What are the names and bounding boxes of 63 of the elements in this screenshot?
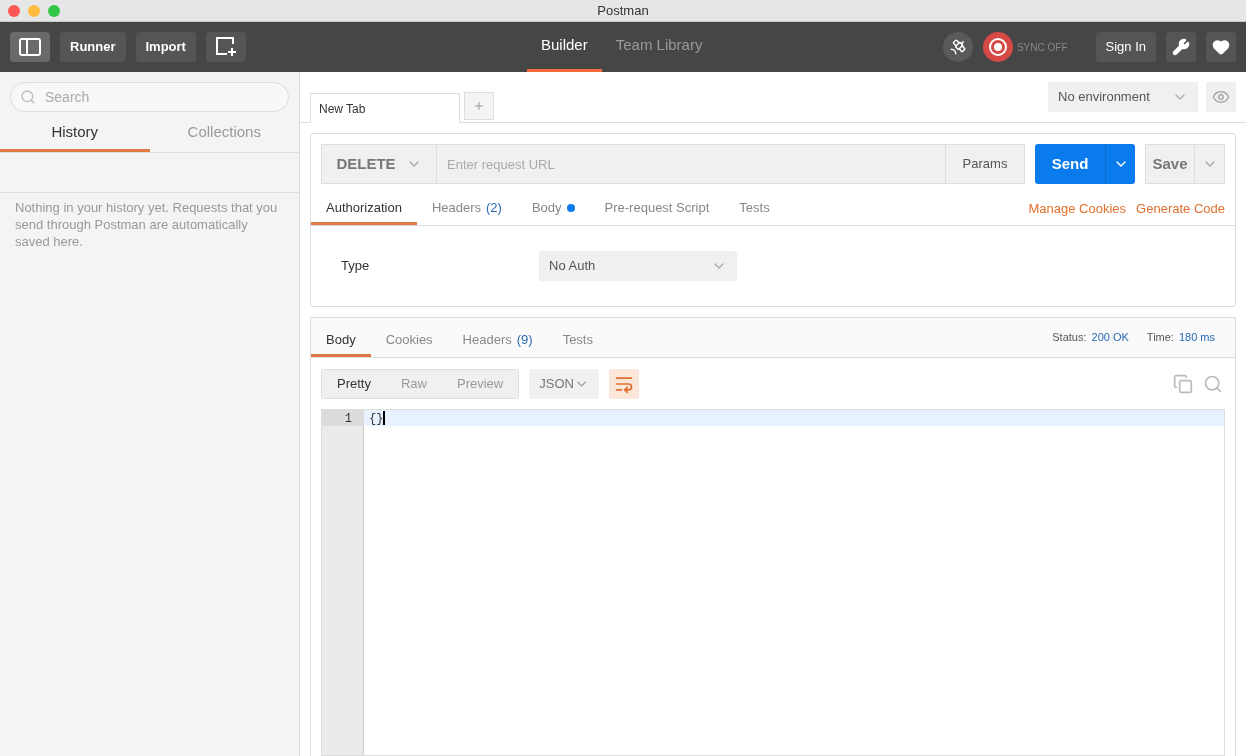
settings-button[interactable] [1166,32,1196,62]
action-link[interactable]: Manage Cookies [1028,199,1127,219]
satellite-icon [948,38,967,56]
response-tab[interactable]: Cookies [370,325,448,357]
request-section-tab[interactable]: Pre-request Script [589,193,725,225]
line-number: 1 [322,410,364,426]
eye-icon [1212,88,1230,106]
sidebar-tab[interactable]: History [0,116,150,152]
sidebar-toggle-button[interactable] [10,32,50,62]
sidebar-icon [19,38,41,56]
send-options-button[interactable] [1105,144,1135,184]
new-window-icon [214,37,237,57]
save-button[interactable]: Save [1145,144,1195,184]
toolbar-tab[interactable]: Team Library [601,22,717,72]
minimize-window-button[interactable] [28,4,40,17]
plus-icon [473,100,485,112]
status-label: Status: [1052,329,1087,345]
action-link[interactable]: Generate Code [1136,199,1225,219]
format-dropdown[interactable]: JSON [529,368,600,399]
time-label: Time: [1146,329,1174,345]
url-field[interactable]: Enter request URL [437,144,945,184]
copy-icon[interactable] [1173,373,1193,394]
request-section-tab[interactable]: Headers (2) [416,193,517,225]
search-field[interactable]: Search [10,82,289,112]
sign-in-button[interactable]: Sign In [1095,32,1156,62]
toolbar-tab[interactable]: Builder [527,22,602,72]
search-icon [20,89,36,105]
empty-history-message: Nothing in your history yet. Requests that you send through Postman are automatically saved here. [14,199,279,250]
send-button[interactable]: Send [1035,144,1105,184]
view-mode-tab[interactable]: Pretty [322,369,386,398]
code-text: {} [368,411,384,426]
sync-icon[interactable] [982,32,1013,62]
toolbar-button[interactable]: Import [135,32,196,62]
request-tab[interactable]: New Tab [310,93,460,123]
save-options-button[interactable] [1195,144,1225,184]
request-section-tab[interactable]: Body [516,193,590,225]
status-value: 200 OK [1091,329,1129,345]
request-section-tab[interactable]: Tests [724,193,785,225]
search-icon[interactable] [1203,373,1223,394]
response-tab[interactable]: Body [311,325,371,357]
new-window-button[interactable] [205,32,246,62]
response-tab[interactable]: Tests [547,325,608,357]
sync-status: SYNC OFF [1016,40,1068,55]
wrap-lines-button[interactable] [609,368,640,399]
auth-type-label: Type [341,257,371,276]
environment-dropdown[interactable]: No environment [1048,82,1198,112]
zoom-window-button[interactable] [48,4,60,17]
close-window-button[interactable] [8,4,20,17]
toolbar-button[interactable]: Runner [60,32,126,62]
params-button[interactable]: Params [945,144,1025,184]
environment-preview-button[interactable] [1206,82,1236,112]
heart-button[interactable] [1206,32,1236,62]
code-editor[interactable]: 1 {} [321,409,1225,756]
auth-type-dropdown[interactable]: No Auth [539,251,737,281]
add-tab-button[interactable] [464,92,494,120]
heart-icon [1212,38,1230,56]
method-dropdown[interactable]: DELETE [321,144,437,184]
time-value: 180 ms [1178,329,1215,345]
wrench-icon [1172,38,1190,56]
response-tab[interactable]: Headers (9) [447,325,548,357]
satellite-button[interactable] [942,32,973,62]
request-section-tab[interactable]: Authorization [311,193,417,225]
window-title: Postman [597,1,649,20]
